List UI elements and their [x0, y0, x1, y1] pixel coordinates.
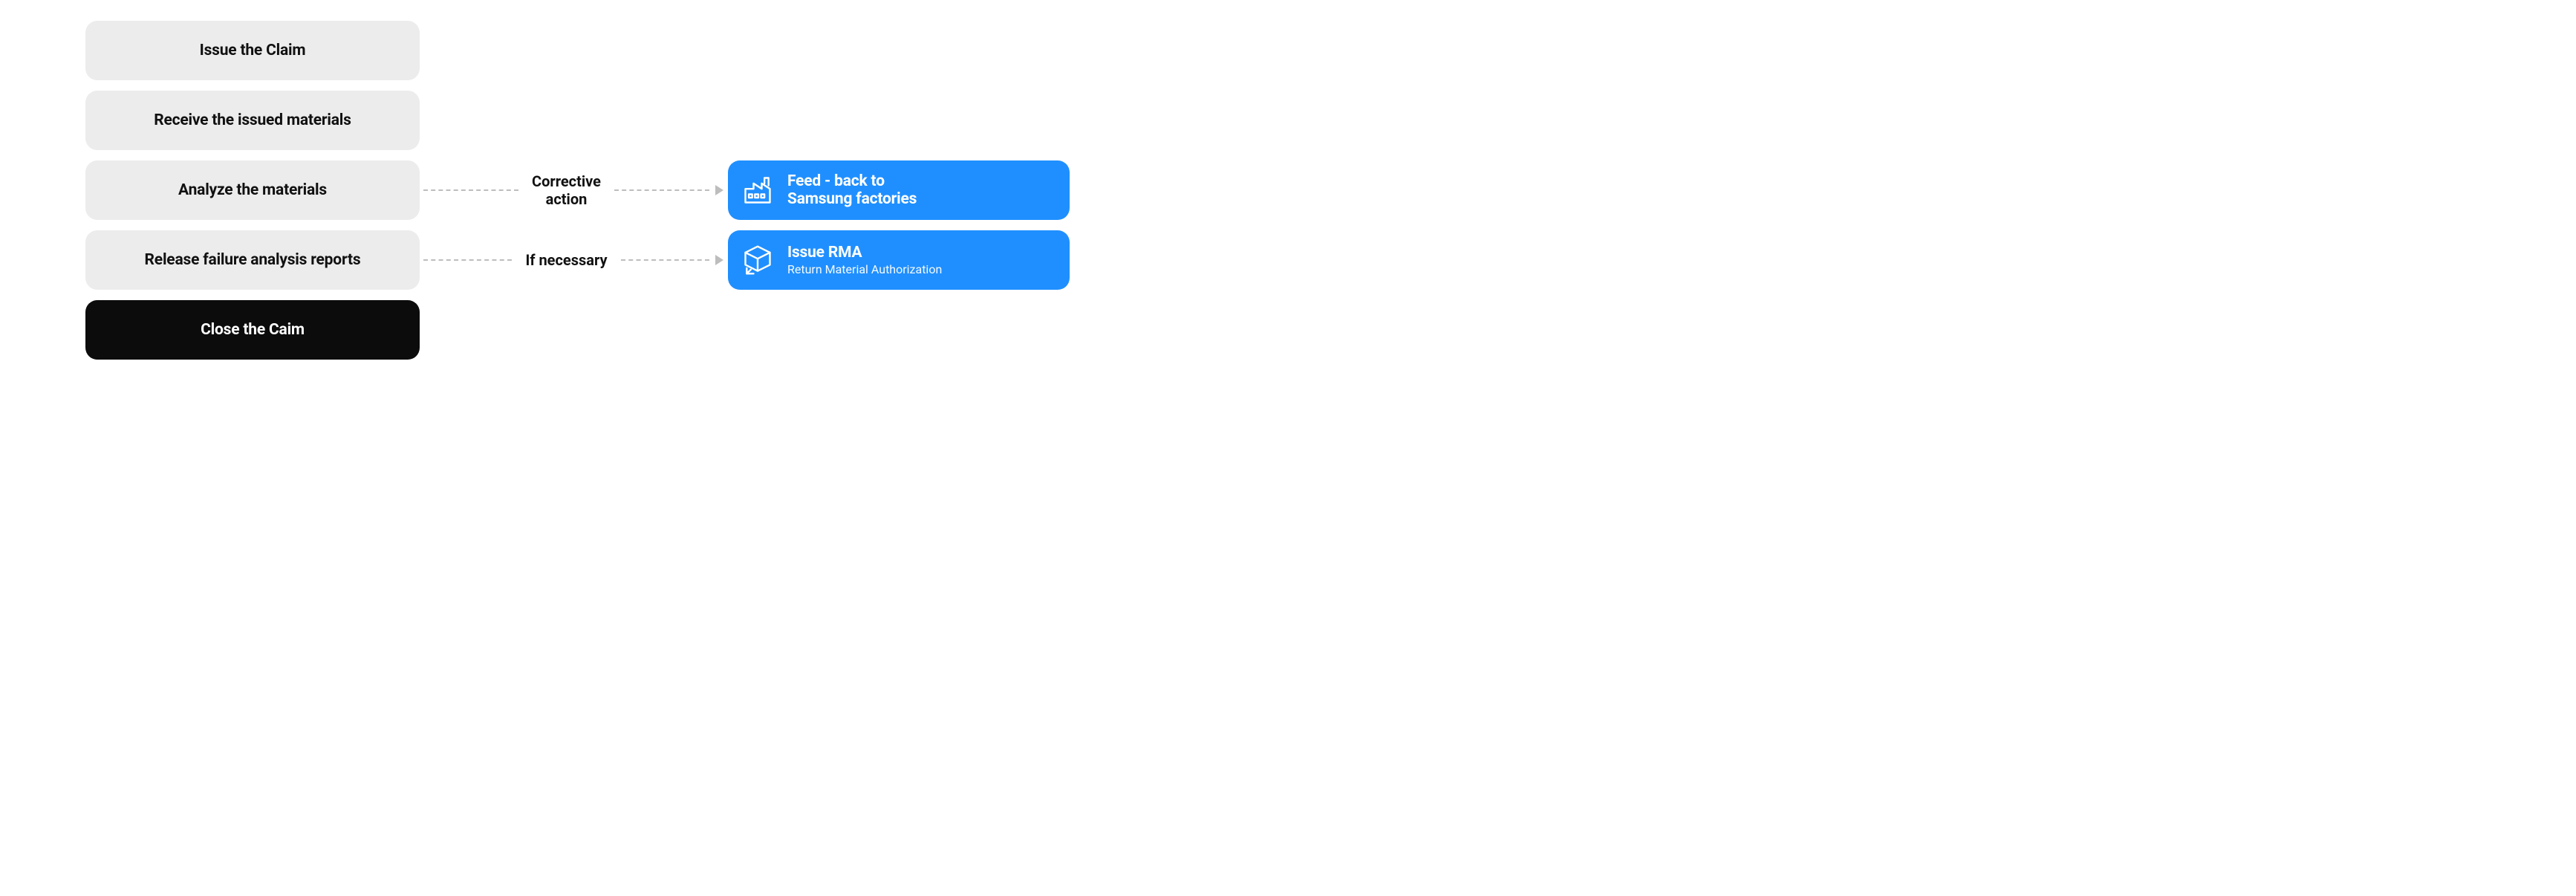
result-feedback-factories: Feed - back to Samsung factories — [728, 160, 1070, 220]
step-analyze-materials: Analyze the materials — [85, 160, 420, 220]
step-close-claim: Close the Caim — [85, 300, 420, 360]
dash-line — [423, 189, 518, 191]
step-issue-claim: Issue the Claim — [85, 21, 420, 80]
step-label: Close the Caim — [201, 321, 305, 339]
step-label: Issue the Claim — [200, 42, 306, 59]
result-title: Feed - back to Samsung factories — [787, 172, 917, 208]
dash-line — [423, 259, 512, 261]
result-title: Issue RMA — [787, 244, 942, 262]
step-label: Release failure analysis reports — [145, 251, 361, 269]
dash-line — [621, 259, 709, 261]
connector-label: Corrective action — [526, 172, 607, 208]
result-text: Issue RMA Return Material Authorization — [787, 244, 942, 277]
result-card: Issue RMA Return Material Authorization — [728, 230, 1070, 290]
result-subtitle: Return Material Authorization — [787, 263, 942, 276]
steps-column: Issue the Claim Receive the issued mater… — [85, 21, 420, 360]
arrow-right-icon — [715, 185, 723, 195]
arrow-right-icon — [715, 255, 723, 265]
connector-corrective-action: Corrective action — [423, 175, 723, 205]
box-return-icon — [741, 244, 774, 276]
factory-icon — [741, 174, 774, 207]
result-text: Feed - back to Samsung factories — [787, 172, 917, 208]
process-diagram: Issue the Claim Receive the issued mater… — [0, 0, 1159, 401]
connector-label: If necessary — [519, 251, 613, 269]
step-receive-materials: Receive the issued materials — [85, 91, 420, 150]
step-label: Analyze the materials — [178, 181, 327, 199]
connector-if-necessary: If necessary — [423, 245, 723, 275]
step-release-reports: Release failure analysis reports — [85, 230, 420, 290]
step-label: Receive the issued materials — [154, 111, 351, 129]
result-card: Feed - back to Samsung factories — [728, 160, 1070, 220]
result-issue-rma: Issue RMA Return Material Authorization — [728, 230, 1070, 290]
dash-line — [614, 189, 709, 191]
